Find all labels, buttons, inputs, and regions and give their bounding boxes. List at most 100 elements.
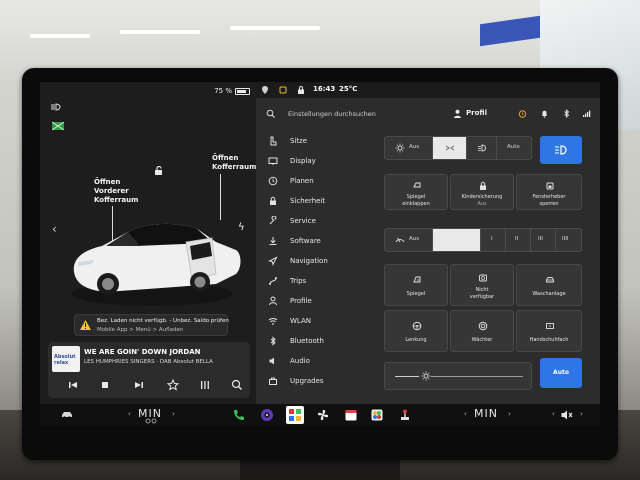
sentry-mode-button[interactable]: Wächter bbox=[450, 310, 514, 352]
menu-item-audio[interactable]: Audio bbox=[256, 352, 376, 372]
wiper-auto-option[interactable] bbox=[433, 229, 481, 251]
media-player[interactable]: Absolut relax WE ARE GOIN' DOWN JORDAN L… bbox=[48, 342, 250, 398]
search-icon[interactable] bbox=[266, 109, 275, 118]
open-trunk-button[interactable]: Öffnen Kofferraum bbox=[212, 154, 256, 172]
trunk-label-line: Kofferraum bbox=[212, 163, 257, 171]
car-wash-button[interactable]: Waschanlage bbox=[516, 264, 582, 306]
wiper-off-option[interactable]: Aus bbox=[385, 229, 433, 251]
stop-icon[interactable] bbox=[98, 378, 112, 392]
settings-menu: Sitze Display Planen Sicherheit Service … bbox=[256, 132, 376, 402]
menu-label: Service bbox=[290, 217, 316, 225]
wiper-speed-2-option[interactable]: II bbox=[506, 229, 531, 251]
car-icon[interactable] bbox=[60, 408, 74, 422]
person-icon[interactable] bbox=[453, 109, 462, 118]
next-track-icon[interactable] bbox=[132, 378, 146, 392]
steering-mode-button[interactable]: Lenkung bbox=[384, 310, 448, 352]
menu-item-navigation[interactable]: Navigation bbox=[256, 252, 376, 272]
menu-item-display[interactable]: Display bbox=[256, 152, 376, 172]
brightness-auto-button[interactable]: Auto bbox=[540, 358, 582, 388]
unlock-icon[interactable] bbox=[154, 166, 164, 176]
brightness-sun-icon[interactable] bbox=[421, 371, 431, 381]
headlights-icon[interactable] bbox=[50, 103, 62, 111]
notification-bell-icon[interactable] bbox=[540, 109, 549, 118]
glovebox-button[interactable]: Handschuhfach bbox=[516, 310, 582, 352]
ceiling-light bbox=[120, 30, 200, 34]
fan-icon[interactable] bbox=[316, 408, 330, 422]
phone-icon[interactable] bbox=[232, 408, 246, 422]
car-model-image[interactable] bbox=[66, 202, 246, 312]
brightness-auto-label: Auto bbox=[553, 369, 569, 376]
car-panel-status: 75 % bbox=[40, 82, 256, 108]
profile-button[interactable]: Profil bbox=[466, 109, 487, 117]
photos-app-icon[interactable] bbox=[370, 408, 384, 422]
menu-item-service[interactable]: Service bbox=[256, 212, 376, 232]
menu-item-wlan[interactable]: WLAN bbox=[256, 312, 376, 332]
menu-label: Display bbox=[290, 157, 316, 165]
alarm-clock-icon[interactable] bbox=[518, 109, 527, 118]
parking-lights-option[interactable] bbox=[433, 137, 467, 159]
menu-item-bluetooth[interactable]: Bluetooth bbox=[256, 332, 376, 352]
menu-label: Software bbox=[290, 237, 321, 245]
joystick-game-icon[interactable] bbox=[398, 408, 412, 422]
mirror-adjust-button[interactable]: Spiegel bbox=[384, 264, 448, 306]
menu-item-planen[interactable]: Planen bbox=[256, 172, 376, 192]
temp-up-icon[interactable]: › bbox=[172, 410, 175, 418]
menu-item-profile[interactable]: Profile bbox=[256, 292, 376, 312]
fold-mirrors-button[interactable]: Spiegel einklappen bbox=[384, 174, 448, 210]
app-launcher-icon[interactable] bbox=[286, 406, 304, 424]
wiper-speed-3-option[interactable]: III bbox=[531, 229, 556, 251]
wiper-speed-1-option[interactable]: I bbox=[481, 229, 506, 251]
charging-warning[interactable]: Bez. Laden nicht verfügb. - Unbez. Saldo… bbox=[74, 314, 229, 336]
volume-down-icon[interactable]: ‹ bbox=[552, 410, 555, 418]
menu-item-trips[interactable]: Trips bbox=[256, 272, 376, 292]
wiper-speed-label: III bbox=[538, 236, 543, 242]
display-icon bbox=[268, 157, 278, 165]
fog-light-icon[interactable] bbox=[52, 122, 64, 130]
wiper-off-label: Aus bbox=[409, 236, 420, 242]
menu-item-software[interactable]: Software bbox=[256, 232, 376, 252]
passenger-temp-up-icon[interactable]: › bbox=[508, 410, 511, 418]
low-beam-option[interactable] bbox=[467, 137, 497, 159]
frunk-label-line: Öffnen bbox=[94, 178, 121, 186]
status-bar: 16:43 25°C bbox=[256, 82, 600, 98]
favorite-star-icon[interactable] bbox=[166, 378, 180, 392]
passenger-temperature[interactable]: MIN bbox=[474, 407, 498, 420]
wiper-speed-label: IIII bbox=[562, 236, 569, 242]
child-lock-button[interactable]: Kindersicherung Aus bbox=[450, 174, 514, 210]
menu-item-sitze[interactable]: Sitze bbox=[256, 132, 376, 152]
bottom-dock: ‹ MIN › ‹ MIN › ‹ › bbox=[40, 404, 600, 426]
window-lock-label: sperren bbox=[539, 201, 559, 207]
search-icon[interactable] bbox=[230, 378, 244, 392]
window-lock-button[interactable]: Fensterheber sperren bbox=[516, 174, 582, 210]
unavailable-button[interactable]: Nicht verfügbar bbox=[450, 264, 514, 306]
passenger-temp-down-icon[interactable]: ‹ bbox=[464, 410, 467, 418]
settings-search-input[interactable]: Einstellungen durchsuchen bbox=[288, 110, 376, 118]
window-lock-icon bbox=[546, 182, 554, 190]
brightness-slider[interactable] bbox=[384, 362, 532, 390]
ceiling-light bbox=[30, 34, 90, 38]
lights-auto-option[interactable]: Auto bbox=[497, 137, 531, 159]
lights-off-label: Aus bbox=[409, 144, 420, 150]
warning-title: Bez. Laden nicht verfügb. - Unbez. Saldo… bbox=[97, 318, 229, 324]
menu-item-sicherheit[interactable]: Sicherheit bbox=[256, 192, 376, 212]
menu-item-upgrades[interactable]: Upgrades bbox=[256, 372, 376, 392]
open-frunk-button[interactable]: Öffnen Vorderer Kofferraum bbox=[94, 178, 138, 205]
bluetooth-icon[interactable] bbox=[562, 109, 571, 118]
menu-label: Upgrades bbox=[290, 377, 324, 385]
volume-mute-icon[interactable] bbox=[560, 408, 574, 422]
previous-track-icon[interactable] bbox=[66, 378, 80, 392]
calendar-icon[interactable] bbox=[344, 408, 358, 422]
wiper-speed-4-option[interactable]: IIII bbox=[556, 229, 581, 251]
child-lock-state: Aus bbox=[477, 201, 487, 207]
camera-app-icon[interactable] bbox=[260, 408, 274, 422]
chevron-left-icon[interactable]: ‹ bbox=[52, 222, 57, 236]
seat-heater-icon[interactable] bbox=[144, 418, 158, 424]
map-pin-icon bbox=[262, 86, 268, 94]
volume-up-icon[interactable]: › bbox=[580, 410, 583, 418]
menu-label: Navigation bbox=[290, 257, 328, 265]
temp-down-icon[interactable]: ‹ bbox=[128, 410, 131, 418]
menu-label: Planen bbox=[290, 177, 314, 185]
equalizer-icon[interactable] bbox=[198, 378, 212, 392]
high-beam-button[interactable] bbox=[540, 136, 582, 164]
lights-off-option[interactable]: Aus bbox=[385, 137, 433, 159]
